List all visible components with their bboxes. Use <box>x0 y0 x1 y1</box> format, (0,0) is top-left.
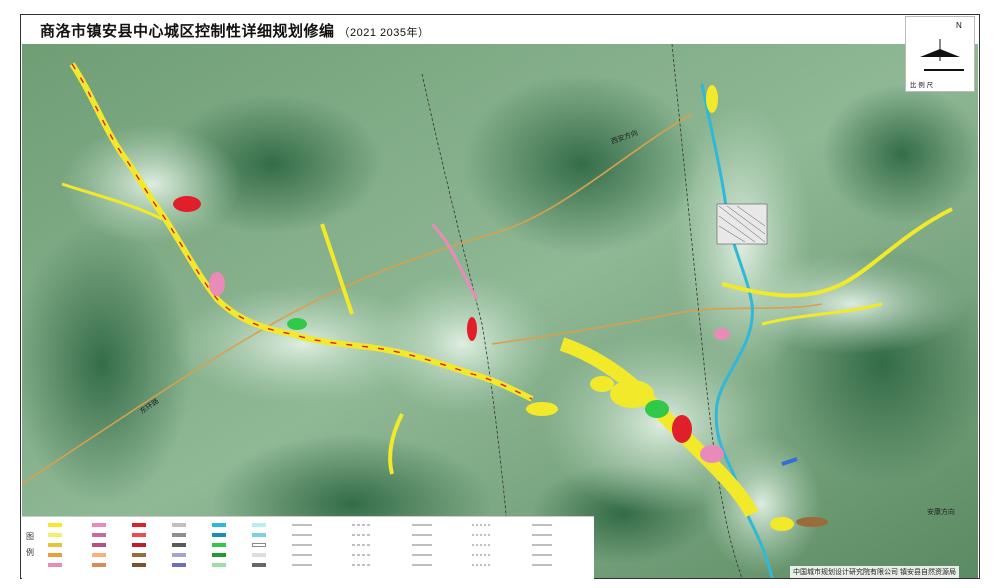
map-canvas[interactable]: 东环路 西安方向 安康方向 <box>22 44 978 578</box>
legend-swatch <box>252 563 266 567</box>
legend-swatch <box>212 523 226 527</box>
legend-swatch <box>172 563 186 567</box>
legend-swatch <box>132 543 146 547</box>
legend-swatch <box>132 533 146 537</box>
terrain-map[interactable]: 东环路 西安方向 安康方向 <box>22 44 978 578</box>
scale-bar <box>924 69 964 71</box>
legend-swatch <box>132 563 146 567</box>
legend-swatch <box>172 543 186 547</box>
legend-line-symbols <box>292 524 552 566</box>
north-arrow-icon <box>920 39 960 61</box>
legend-swatch <box>92 533 106 537</box>
legend-side-label-2: 例 <box>26 548 34 557</box>
legend-swatch <box>172 533 186 537</box>
map-title-text: 商洛市镇安县中心城区控制性详细规划修编 <box>40 23 335 40</box>
legend-swatch <box>92 553 106 557</box>
legend-swatch <box>172 523 186 527</box>
legend-swatch <box>212 533 226 537</box>
map-subtitle: （2021 2035年） <box>338 27 430 39</box>
legend-side-label-1: 图 <box>26 532 34 541</box>
legend-swatch <box>48 553 62 557</box>
map-credit: 中国城市规划设计研究院有限公司 镇安县自然资源局 <box>790 566 959 578</box>
legend-swatch <box>212 543 226 547</box>
legend-swatch <box>252 553 266 557</box>
legend-swatch <box>212 553 226 557</box>
legend-swatch <box>212 563 226 567</box>
legend-swatch <box>132 553 146 557</box>
map-title: 商洛市镇安县中心城区控制性详细规划修编 （2021 2035年） <box>40 20 430 41</box>
map-legend: 图 例 <box>22 516 594 579</box>
legend-swatch <box>172 553 186 557</box>
legend-swatch <box>92 523 106 527</box>
north-label: N <box>956 21 962 30</box>
legend-swatch <box>48 563 62 567</box>
legend-swatch <box>132 523 146 527</box>
legend-swatch <box>252 533 266 537</box>
legend-swatch <box>252 523 266 527</box>
legend-swatch <box>92 563 106 567</box>
road-label-3: 安康方向 <box>927 507 955 516</box>
legend-swatch <box>48 543 62 547</box>
north-arrow-panel: N 比 例 尺 <box>905 16 975 92</box>
legend-swatch <box>252 543 266 547</box>
legend-swatch <box>48 533 62 537</box>
legend-swatch <box>48 523 62 527</box>
legend-swatch <box>92 543 106 547</box>
scale-label: 比 例 尺 <box>910 82 934 89</box>
